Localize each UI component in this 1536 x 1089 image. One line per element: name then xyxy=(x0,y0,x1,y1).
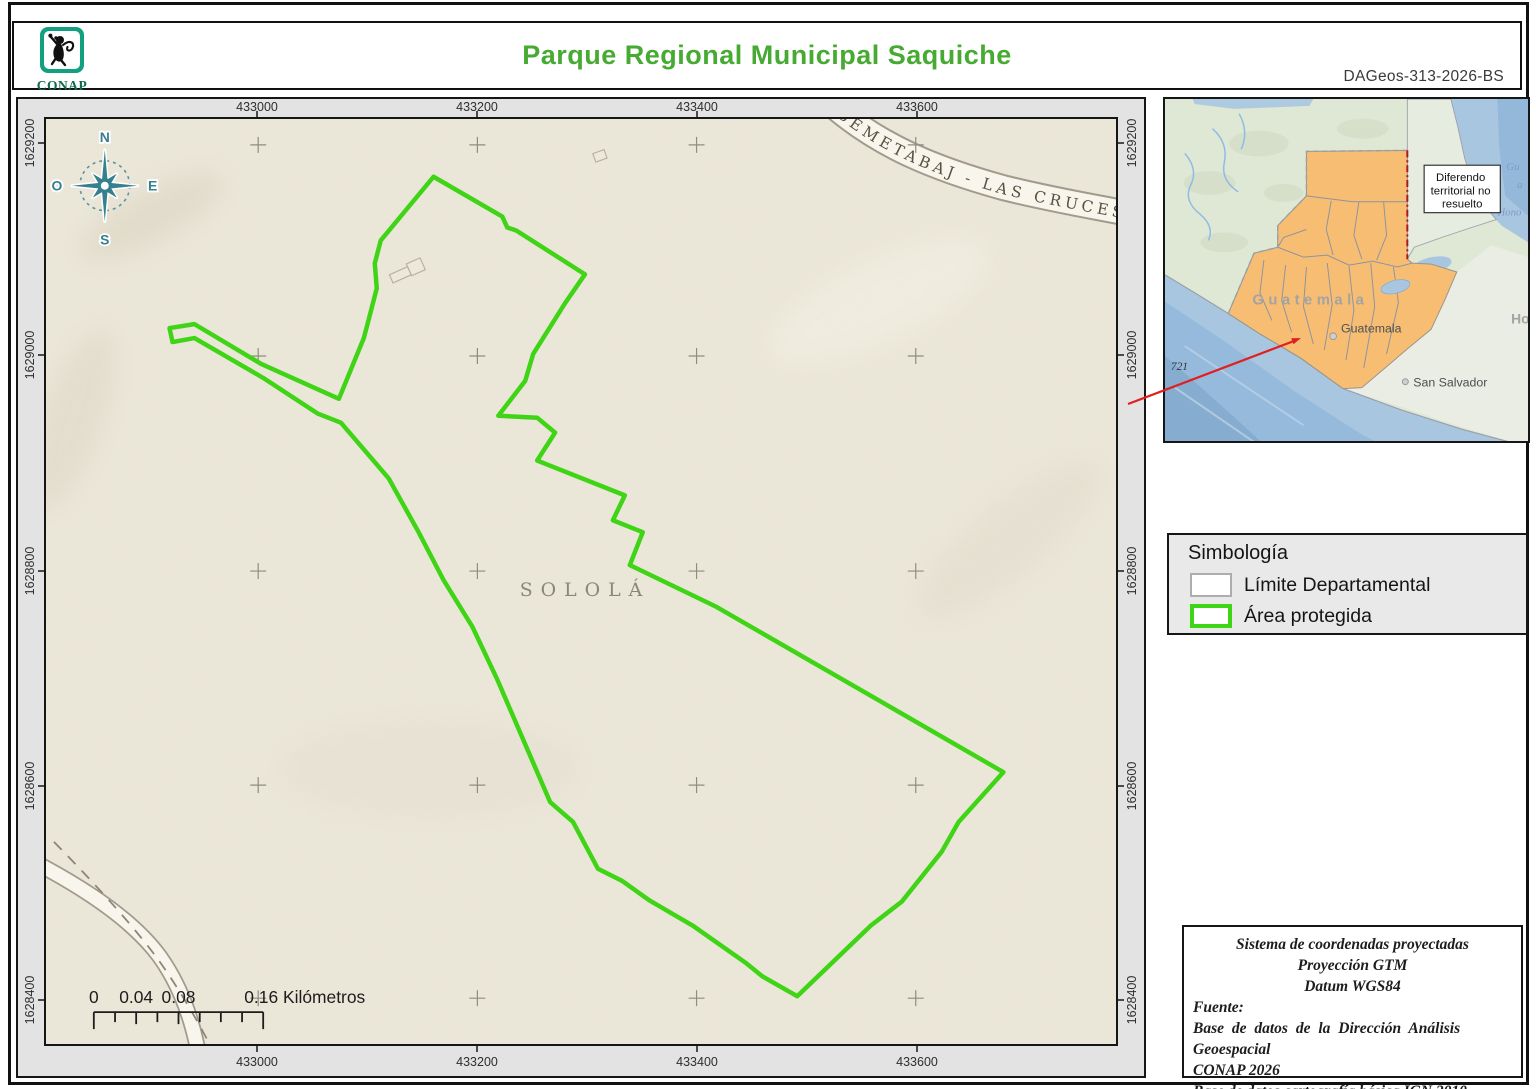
y-axis-label: 1628400 xyxy=(1125,976,1139,1025)
x-axis-label: 433200 xyxy=(456,100,498,114)
svg-text:a: a xyxy=(1517,179,1523,191)
inset-svg: Guatemala Guatemala San Salvador Ho Gu a… xyxy=(1165,99,1528,441)
compass-s: S xyxy=(100,231,109,247)
scale-label-008: 0.08 xyxy=(162,987,196,1007)
scale-label-016: 0.16 Kilómetros xyxy=(244,987,365,1007)
map-document-page: CONAP Parque Regional Municipal Saquiche… xyxy=(0,0,1536,1089)
conap-logo-icon xyxy=(40,27,84,74)
map-svg: SEMETABAJ - LAS CRUCES SOLOLÁ 0 0.04 0.0… xyxy=(46,119,1116,1044)
x-axis-label: 433600 xyxy=(896,1055,938,1069)
inset-country-label: Guatemala xyxy=(1252,293,1368,309)
x-axis-label: 433000 xyxy=(236,100,278,114)
svg-text:Gu: Gu xyxy=(1506,161,1520,173)
scale-label-0: 0 xyxy=(89,987,99,1007)
compass-e: E xyxy=(148,178,157,194)
inset-locator-map: Guatemala Guatemala San Salvador Ho Gu a… xyxy=(1163,97,1530,443)
legend-title: Simbología xyxy=(1188,542,1526,565)
legend-box: Simbología Límite Departamental Área pro… xyxy=(1167,533,1528,635)
y-axis-label: 1629000 xyxy=(23,331,37,380)
source-line-1: Base de datos de la Dirección Análisis G… xyxy=(1193,1018,1512,1060)
x-axis-label: 433400 xyxy=(676,100,718,114)
y-axis-label: 1629200 xyxy=(23,119,37,168)
departmental-boundary-swatch xyxy=(1190,573,1232,597)
crs-line-2: Proyección GTM xyxy=(1193,955,1512,976)
compass-n: N xyxy=(100,129,110,145)
y-axis-label: 1628600 xyxy=(23,762,37,811)
inset-dispute-note: Diferendo territorial no resuelto xyxy=(1424,165,1500,212)
protected-area-swatch xyxy=(1190,604,1232,628)
crs-line-1: Sistema de coordenadas proyectadas xyxy=(1193,934,1512,955)
x-axis-label: 433200 xyxy=(456,1055,498,1069)
document-code: DAGeos-313-2026-BS xyxy=(1344,68,1504,86)
y-axis-label: 1628800 xyxy=(23,547,37,596)
fuente-label: Fuente: xyxy=(1193,997,1512,1018)
y-axis-label: 1628400 xyxy=(23,976,37,1025)
x-axis-label: 433400 xyxy=(676,1055,718,1069)
y-axis-label: 1628800 xyxy=(1125,547,1139,596)
page-title: Parque Regional Municipal Saquiche xyxy=(522,40,1012,71)
inset-capital-dot xyxy=(1330,333,1337,340)
y-axis-label: 1629000 xyxy=(1125,331,1139,380)
y-axis-label: 1628600 xyxy=(1125,762,1139,811)
source-line-3: Base de datos cartografía básica IGN 201… xyxy=(1193,1081,1512,1089)
scale-label-004: 0.04 xyxy=(119,987,153,1007)
legend-item-limite-departamental: Límite Departamental xyxy=(1190,573,1526,597)
source-info-box: Sistema de coordenadas proyectadas Proye… xyxy=(1182,925,1523,1078)
x-axis-label: 433600 xyxy=(896,100,938,114)
legend-item-area-protegida: Área protegida xyxy=(1190,604,1526,628)
compass-o: O xyxy=(52,178,63,194)
department-label: SOLOLÁ xyxy=(520,578,651,601)
source-line-2: CONAP 2026 xyxy=(1193,1060,1512,1081)
inset-san-salvador-dot xyxy=(1402,379,1408,385)
inset-honduras-partial-label: Ho xyxy=(1511,310,1528,326)
map-canvas: SEMETABAJ - LAS CRUCES SOLOLÁ 0 0.04 0.0… xyxy=(44,117,1118,1046)
conap-logo: CONAP xyxy=(32,27,92,94)
inset-capital-label: Guatemala xyxy=(1341,321,1402,335)
header-bar: CONAP Parque Regional Municipal Saquiche… xyxy=(12,21,1522,90)
crs-line-3: Datum WGS84 xyxy=(1193,976,1512,997)
x-axis-label: 433000 xyxy=(236,1055,278,1069)
legend-item-label: Límite Departamental xyxy=(1244,574,1430,597)
conap-logo-text: CONAP xyxy=(32,78,92,94)
inset-san-salvador-label: San Salvador xyxy=(1413,376,1487,390)
legend-item-label: Área protegida xyxy=(1244,605,1372,628)
inset-route-label: 721 xyxy=(1171,361,1188,373)
y-axis-label: 1629200 xyxy=(1125,119,1139,168)
